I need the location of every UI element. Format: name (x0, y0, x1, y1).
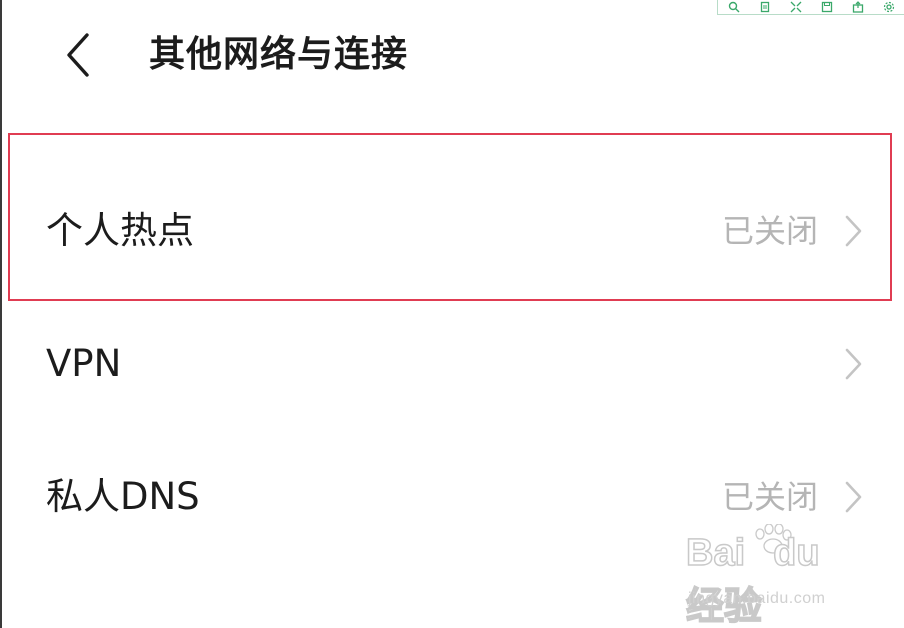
row-status-private-dns: 已关闭 (721, 478, 818, 516)
search-icon[interactable] (718, 0, 749, 14)
chevron-left-icon (67, 33, 89, 77)
row-status-hotspot: 已关闭 (721, 212, 818, 250)
chevron-right-icon (842, 479, 864, 515)
page-title: 其他网络与连接 (149, 34, 409, 75)
copy-icon[interactable] (749, 0, 780, 14)
header: 其他网络与连接 (0, 22, 904, 88)
row-label-private-dns: 私人DNS (46, 475, 200, 518)
screen: 其他网络与连接 个人热点 已关闭 VPN 私人DNS 已关闭 Baidu经验 (0, 0, 904, 628)
list-item-hotspot[interactable]: 个人热点 已关闭 (0, 176, 904, 286)
expand-icon[interactable] (780, 0, 811, 14)
watermark-site: jingyan.baidu.com (688, 590, 826, 607)
overlay-toolbar (717, 0, 904, 15)
list-item-vpn[interactable]: VPN (0, 309, 904, 419)
chevron-right-icon (842, 213, 864, 249)
list-item-private-dns[interactable]: 私人DNS 已关闭 (0, 442, 904, 552)
export-icon[interactable] (842, 0, 873, 14)
row-label-vpn: VPN (46, 342, 122, 385)
settings-icon[interactable] (873, 0, 904, 14)
back-button[interactable] (56, 28, 100, 82)
save-icon[interactable] (811, 0, 842, 14)
row-label-hotspot: 个人热点 (46, 209, 194, 252)
chevron-right-icon (842, 346, 864, 382)
